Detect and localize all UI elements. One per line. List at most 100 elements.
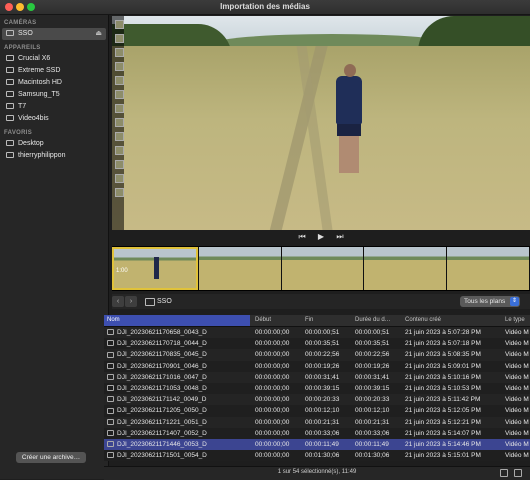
cell-name: DJI_20230621171221_0051_D — [104, 417, 250, 428]
cell-start: 00:00:00;00 — [255, 329, 290, 336]
create-archive-button[interactable]: Créer une archive… — [16, 452, 86, 463]
clip-name: DJI_20230621170835_0045_D — [117, 351, 207, 359]
sidebar-item-desktop[interactable]: Desktop — [0, 138, 108, 150]
drive-icon — [6, 103, 14, 110]
sidebar-section-cameras: CAMÉRAS — [4, 20, 37, 26]
sidebar-item-label: Extreme SSD — [18, 67, 61, 74]
drive-icon — [6, 91, 14, 98]
cell-dur: 00:00:00;51 — [355, 329, 390, 336]
drive-icon — [6, 67, 14, 74]
sidebar-item-home[interactable]: thierryphilippon — [0, 150, 108, 162]
cell-end: 00:00:20:33 — [305, 396, 340, 404]
table-row[interactable]: DJI_20230621170658_0043_D 00:00:00;00 00:0… — [104, 327, 530, 339]
cell-end: 00:00:39:15 — [305, 384, 340, 392]
sidebar-item-video4bis[interactable]: Video4bis — [0, 113, 108, 125]
clip-icon — [107, 362, 114, 369]
table-row[interactable]: DJI_20230621171446_0053_D 00:00:00;00 00:0… — [104, 438, 530, 451]
sidebar-item-sso[interactable]: SSO ⏏ — [2, 28, 106, 40]
previous-icon[interactable]: ⏮ — [298, 232, 305, 241]
cell-end: 00:00:00;51 — [305, 329, 340, 336]
sidebar-item-label: Video4bis — [18, 115, 49, 122]
sidebar-item-t7[interactable]: T7 — [0, 101, 108, 113]
table-row[interactable]: DJI_20230621170835_0045_D 00:00:00;00 00:0… — [104, 349, 530, 361]
cell-start: 00:00:00;00 — [255, 429, 290, 437]
list-view-icon[interactable] — [500, 469, 508, 477]
sidebar-item-samsung-t5[interactable]: Samsung_T5 — [0, 89, 108, 101]
cell-created: 21 juin 2023 à 5:10:53 PM — [405, 384, 481, 392]
table-header: Nom Début Fin Durée du d… Contenu créé L… — [104, 315, 530, 327]
cell-end: 00:00:21;31 — [305, 418, 340, 426]
table-row[interactable]: DJI_20230621171053_0048_D 00:00:00;00 00:0… — [104, 382, 530, 395]
table-row[interactable]: DJI_20230621171016_0047_D 00:00:00;00 00:0… — [104, 371, 530, 383]
column-header-type[interactable]: Le type — [502, 315, 530, 326]
clip-name: DJI_20230621171446_0053_D — [117, 440, 207, 448]
clip-name: DJI_20230621170718_0044_D — [117, 340, 207, 348]
table-row[interactable]: DJI_20230621170718_0044_D 00:00:00;00 00:0… — [104, 338, 530, 350]
cell-created: 21 juin 2023 à 5:12:05 PM — [405, 407, 481, 415]
filmstrip-thumbnail[interactable] — [198, 247, 281, 290]
forward-button[interactable]: › — [125, 296, 137, 307]
sidebar-item-crucial-x6[interactable]: Crucial X6 — [0, 53, 108, 65]
filmstrip-thumbnail[interactable] — [281, 247, 364, 290]
cell-created: 21 juin 2023 à 5:11:42 PM — [405, 396, 481, 404]
drive-icon — [6, 55, 14, 62]
back-button[interactable]: ‹ — [112, 296, 124, 307]
video-viewer[interactable] — [112, 16, 530, 230]
column-header-start[interactable]: Début — [252, 315, 300, 326]
column-header-name[interactable]: Nom — [104, 315, 250, 326]
browser-toolbar: ‹ › SSO Tous les plans ⇕ — [112, 294, 530, 309]
filmstrip-thumbnail[interactable] — [447, 247, 529, 290]
clip-name: DJI_20230621171205_0050_D — [117, 407, 207, 415]
filter-label: Tous les plans — [464, 298, 506, 305]
sidebar-item-label: SSO — [18, 30, 33, 37]
viewer-person-head — [344, 64, 356, 77]
cell-start: 00:00:00;00 — [255, 384, 290, 392]
column-header-duration[interactable]: Durée du d… — [352, 315, 400, 326]
viewer-filmstrip-edge — [112, 16, 124, 230]
play-icon[interactable]: ▶ — [318, 232, 324, 241]
filmstrip-view-icon[interactable] — [514, 469, 522, 477]
next-icon[interactable]: ⏭ — [336, 232, 343, 241]
filmstrip-thumbnail[interactable]: 1:00 — [112, 247, 198, 290]
table-row[interactable]: DJI_20230621171142_0049_D 00:00:00;00 00:0… — [104, 394, 530, 406]
cell-end: 00:00:33;06 — [305, 429, 340, 437]
table-row[interactable]: DJI_20230621171501_0054_D 00:00:00;00 00:0… — [104, 450, 530, 462]
thumbnail-label: 1:00 — [116, 268, 128, 274]
clip-name: DJI_20230621171053_0048_D — [117, 384, 207, 392]
cell-start: 00:00:00;00 — [255, 407, 290, 415]
table-row[interactable]: DJI_20230621171407_0052_D 00:00:00;00 00:0… — [104, 427, 530, 439]
table-row[interactable]: DJI_20230621171205_0050_D 00:00:00;00 00:0… — [104, 405, 530, 417]
cell-dur: 00:00:22;56 — [355, 351, 390, 359]
sidebar-item-label: Samsung_T5 — [18, 91, 60, 98]
table-row[interactable]: DJI_20230621170901_0046_D 00:00:00;00 00:0… — [104, 360, 530, 372]
column-header-created[interactable]: Contenu créé — [402, 315, 500, 326]
cell-name: DJI_20230621171407_0052_D — [104, 428, 250, 439]
clip-name: DJI_20230621171221_0051_D — [117, 418, 207, 426]
sidebar-item-extreme-ssd[interactable]: Extreme SSD — [0, 65, 108, 77]
filmstrip[interactable]: 1:00 — [112, 246, 530, 291]
cell-type: Vidéo M — [505, 407, 529, 415]
cell-dur: 00:01:30;06 — [355, 452, 390, 460]
sidebar-item-macintosh-hd[interactable]: Macintosh HD — [0, 77, 108, 89]
cell-created: 21 juin 2023 à 5:09:01 PM — [405, 362, 481, 370]
clip-icon — [107, 429, 114, 436]
clip-filter-select[interactable]: Tous les plans ⇕ — [460, 296, 520, 307]
clip-name: DJI_20230621171501_0054_D — [117, 452, 207, 460]
chevron-updown-icon: ⇕ — [510, 297, 519, 306]
cell-created: 21 juin 2023 à 5:07:28 PM — [405, 329, 481, 336]
eject-icon[interactable]: ⏏ — [95, 28, 102, 40]
cell-start: 00:00:00;00 — [255, 362, 290, 370]
cell-dur: 00:00:12;10 — [355, 407, 390, 415]
cell-created: 21 juin 2023 à 5:08:35 PM — [405, 351, 481, 359]
cell-type: Vidéo M — [505, 340, 529, 348]
filmstrip-thumbnail[interactable] — [364, 247, 447, 290]
cell-type: Vidéo M — [505, 351, 529, 359]
clip-icon — [107, 407, 114, 414]
cell-start: 00:00:00;00 — [255, 418, 290, 426]
cell-start: 00:00:00;00 — [255, 351, 290, 359]
cell-name: DJI_20230621171053_0048_D — [104, 383, 250, 394]
clip-table: Nom Début Fin Durée du d… Contenu créé L… — [104, 315, 530, 465]
cell-end: 00:00:22;56 — [305, 351, 340, 359]
table-row[interactable]: DJI_20230621171221_0051_D 00:00:00;00 00:0… — [104, 416, 530, 428]
column-header-end[interactable]: Fin — [302, 315, 350, 326]
